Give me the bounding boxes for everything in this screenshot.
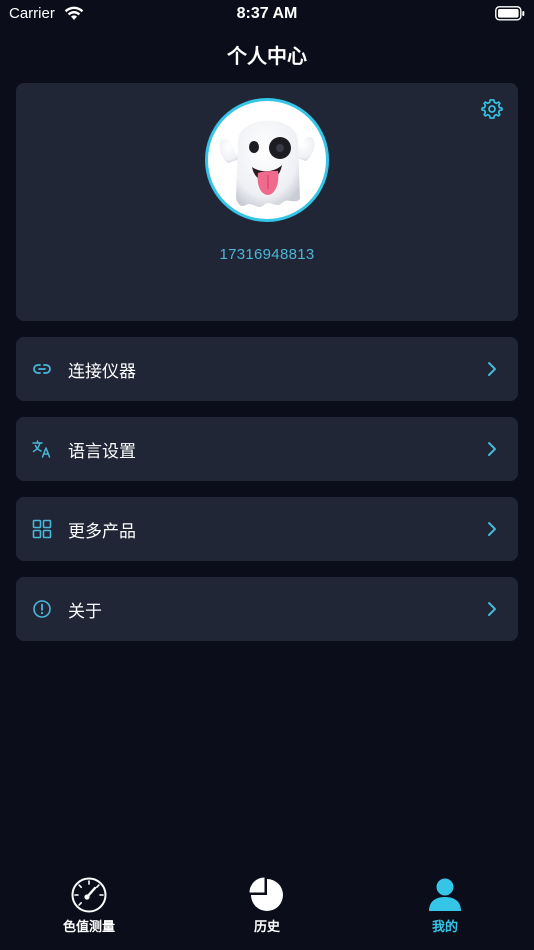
grid-icon	[32, 519, 52, 539]
menu-item-label: 更多产品	[68, 522, 136, 542]
menu-item-label: 关于	[68, 602, 102, 622]
page-title: 个人中心	[227, 44, 307, 68]
menu-item-more-products[interactable]: 更多产品	[16, 497, 518, 561]
status-time: 8:37 AM	[236, 5, 298, 22]
tab-label: 色值测量	[62, 920, 115, 935]
status-bar: Carrier 8:37 AM	[0, 0, 534, 28]
chevron-right-icon	[488, 522, 496, 536]
menu-item-label: 连接仪器	[68, 362, 136, 382]
pie-chart-icon	[249, 877, 283, 911]
tab-bar: 色值测量 历史 我的	[0, 866, 534, 950]
menu-item-about[interactable]: 关于	[16, 577, 518, 641]
menu-item-connect-device[interactable]: 连接仪器	[16, 337, 518, 401]
link-icon	[33, 364, 51, 374]
chevron-right-icon	[488, 362, 496, 376]
profile-card: 17316948813	[16, 83, 518, 321]
gauge-icon	[71, 877, 107, 913]
phone-number: 17316948813	[219, 246, 315, 263]
menu-item-label: 语言设置	[68, 442, 136, 462]
tab-color-measure[interactable]: 色值测量	[0, 866, 178, 950]
tab-history[interactable]: 历史	[178, 866, 356, 950]
info-icon	[33, 600, 51, 618]
gear-icon[interactable]	[481, 98, 503, 120]
menu-item-language-settings[interactable]: 语言设置	[16, 417, 518, 481]
translate-icon	[32, 440, 51, 458]
tab-label: 历史	[253, 920, 280, 935]
ghost-avatar-icon	[219, 120, 315, 207]
chevron-right-icon	[488, 602, 496, 616]
tab-label: 我的	[431, 920, 458, 935]
battery-icon	[495, 6, 525, 21]
avatar[interactable]	[205, 98, 329, 222]
chevron-right-icon	[488, 442, 496, 456]
user-icon	[429, 878, 461, 911]
tab-mine[interactable]: 我的	[356, 866, 534, 950]
